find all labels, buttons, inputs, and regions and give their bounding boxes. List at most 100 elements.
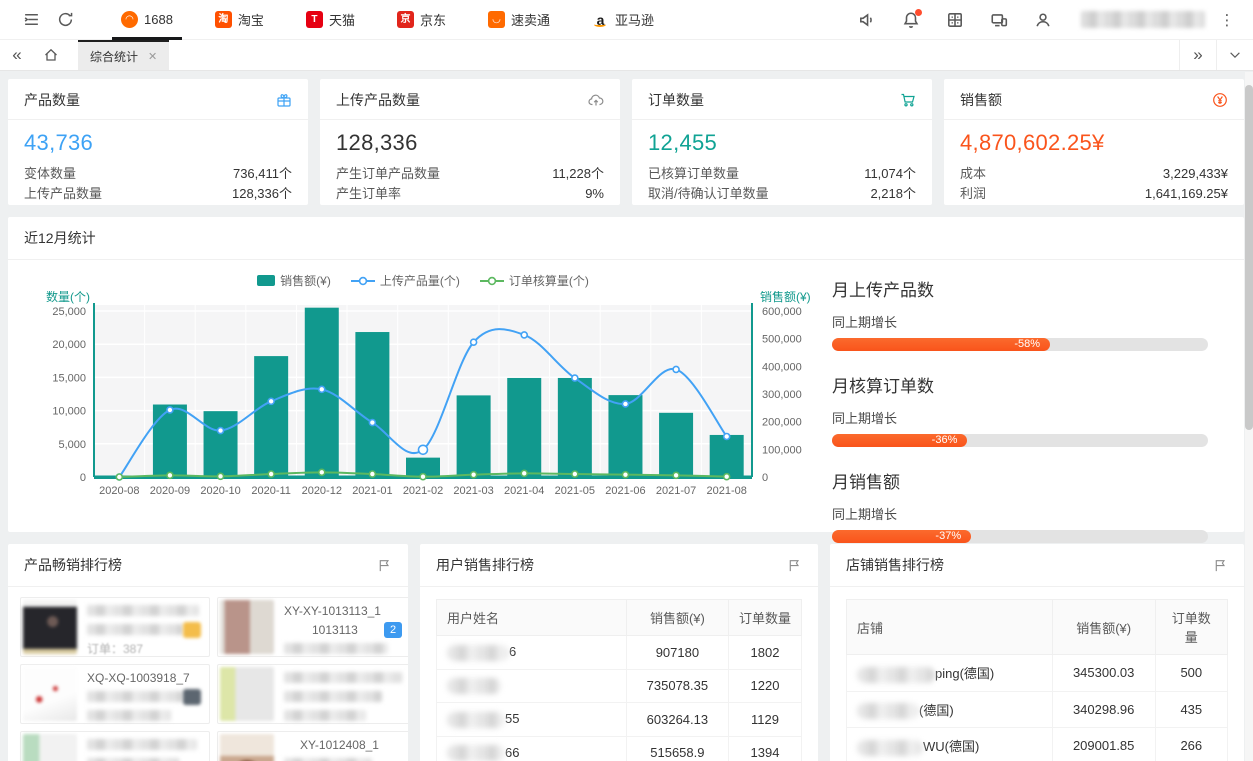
svg-text:数量(个): 数量(个) (46, 291, 90, 304)
table-row: 55603264.131129 (437, 703, 802, 737)
name-redacted (447, 645, 509, 661)
table-row: 735078.351220 (437, 669, 802, 703)
card-sales-amount: 销售额 4,870,602.25¥ 成本3,229,433¥ 利润1,641,1… (944, 79, 1244, 205)
legend-label: 上传产品量(个) (380, 272, 460, 289)
svg-text:2021-03: 2021-03 (453, 485, 493, 497)
stat-label: 已核算订单数量 (648, 164, 739, 184)
name-redacted (447, 712, 505, 728)
home-icon[interactable] (34, 40, 68, 70)
svg-text:20,000: 20,000 (52, 339, 86, 351)
table-row: 66515658.91394 (437, 736, 802, 761)
platform-tab-1688[interactable]: ◠1688 (100, 0, 194, 40)
platform-tab-天猫[interactable]: T天猫 (285, 0, 376, 40)
svg-text:200,000: 200,000 (762, 417, 802, 429)
card-title: 销售额 (960, 90, 1002, 110)
more-menu-icon[interactable]: ⋮ (1215, 11, 1239, 29)
alibaba-icon: ◠ (121, 11, 138, 28)
collapse-menu-icon[interactable] (14, 0, 48, 40)
stat-value: 2,218个 (870, 184, 916, 204)
growth-progress: -37% (832, 530, 1208, 543)
account-icon[interactable] (1021, 0, 1065, 40)
tab-close-icon[interactable]: ✕ (148, 50, 157, 63)
badge-redacted (183, 622, 201, 638)
product-id: 1013113 (312, 623, 358, 637)
stat-label: 变体数量 (24, 164, 76, 184)
ranking-panels-row: 产品畅销排行榜 订单：387 XY-XY-1013113_1 10 (8, 544, 1244, 761)
product-card[interactable] (217, 664, 408, 724)
svg-text:2020-08: 2020-08 (99, 485, 139, 497)
product-image-redacted (220, 600, 274, 654)
panel-title: 店铺销售排行榜 (846, 555, 944, 575)
product-sku: XY-XY-1013113_1 (284, 604, 381, 618)
card-title: 产品数量 (24, 90, 80, 110)
jd-icon: 京 (397, 11, 414, 28)
apps-grid-icon[interactable] (933, 0, 977, 40)
tab-comprehensive-statistics[interactable]: 综合统计 ✕ (78, 40, 169, 70)
flag-icon[interactable] (377, 558, 392, 573)
svg-text:2021-02: 2021-02 (403, 485, 443, 497)
scroll-tabs-left-icon[interactable]: « (0, 40, 34, 70)
tabs-dropdown-icon[interactable] (1216, 40, 1253, 70)
platform-tab-label: 亚马逊 (615, 10, 654, 29)
product-card[interactable]: 订单：387 (20, 597, 210, 657)
announcement-icon[interactable] (845, 0, 889, 40)
product-image-redacted (23, 600, 77, 654)
product-card[interactable]: XY-1012408_1 (217, 731, 408, 761)
product-image-redacted (220, 734, 274, 761)
product-card[interactable] (20, 731, 210, 761)
taobao-icon: 淘 (215, 11, 232, 28)
platform-tab-淘宝[interactable]: 淘淘宝 (194, 0, 285, 40)
svg-text:2020-11: 2020-11 (251, 485, 291, 497)
user-sales-ranking-panel: 用户销售排行榜 用户姓名 销售额(¥) 订单数量 690718018027350… (420, 544, 818, 761)
growth-label: 同上期增长 (832, 312, 1208, 331)
count-badge: 2 (384, 622, 402, 638)
product-card[interactable]: XQ-XQ-1003918_7 (20, 664, 210, 724)
legend-item[interactable]: 订单核算量(个) (480, 272, 589, 289)
username-redacted (1081, 11, 1205, 28)
stat-value: 9% (585, 184, 604, 204)
product-card[interactable]: XY-XY-1013113_1 1013113 2 (217, 597, 408, 657)
growth-progress: -36% (832, 434, 1208, 447)
growth-title: 月核算订单数 (832, 372, 1208, 397)
stat-value: 11,228个 (552, 164, 604, 184)
devices-icon[interactable] (977, 0, 1021, 40)
legend-line-swatch (480, 276, 504, 286)
table-row: ping(德国)345300.03500 (847, 655, 1228, 692)
product-image-redacted (23, 667, 77, 721)
scroll-tabs-right-icon[interactable]: » (1179, 40, 1216, 70)
cart-icon (900, 92, 916, 108)
badge-redacted (183, 689, 201, 705)
refresh-icon[interactable] (48, 0, 82, 40)
scrollbar-thumb[interactable] (1245, 85, 1253, 430)
stat-label: 成本 (960, 164, 986, 184)
topbar: ◠1688淘淘宝T天猫京京东◡速卖通a亚马逊 ⋮ (0, 0, 1253, 40)
product-image-redacted (23, 734, 77, 761)
svg-text:0: 0 (762, 472, 768, 484)
product-sku: XY-1012408_1 (300, 738, 379, 752)
tab-label: 综合统计 (90, 48, 138, 65)
chart-legend: 销售额(¥) 上传产品量(个) 订单核算量(个) (14, 266, 832, 291)
name-redacted (447, 678, 501, 694)
gift-icon (276, 92, 292, 108)
platform-tab-亚马逊[interactable]: a亚马逊 (571, 0, 675, 40)
platform-tab-京东[interactable]: 京京东 (376, 0, 467, 40)
stat-value: 736,411个 (233, 164, 292, 184)
stat-cards-row: 产品数量 43,736 变体数量736,411个 上传产品数量128,336个 … (8, 79, 1244, 205)
svg-text:0: 0 (80, 472, 86, 484)
platform-tab-label: 京东 (420, 10, 446, 29)
growth-item: 月核算订单数同上期增长-36% (832, 372, 1208, 447)
stat-label: 上传产品数量 (24, 184, 102, 204)
legend-item[interactable]: 销售额(¥) (257, 272, 331, 289)
flag-icon[interactable] (1213, 558, 1228, 573)
cloud-upload-icon (588, 92, 604, 108)
table-row: WU(德国)209001.85266 (847, 728, 1228, 761)
stat-value: 11,074个 (864, 164, 916, 184)
flag-icon[interactable] (787, 558, 802, 573)
platform-tab-速卖通[interactable]: ◡速卖通 (467, 0, 571, 40)
growth-item: 月销售额同上期增长-37% (832, 468, 1208, 543)
window-scrollbar[interactable] (1245, 72, 1253, 761)
notification-bell-icon[interactable] (889, 0, 933, 40)
growth-title: 月上传产品数 (832, 276, 1208, 301)
legend-item[interactable]: 上传产品量(个) (351, 272, 460, 289)
svg-text:600,000: 600,000 (762, 306, 802, 318)
